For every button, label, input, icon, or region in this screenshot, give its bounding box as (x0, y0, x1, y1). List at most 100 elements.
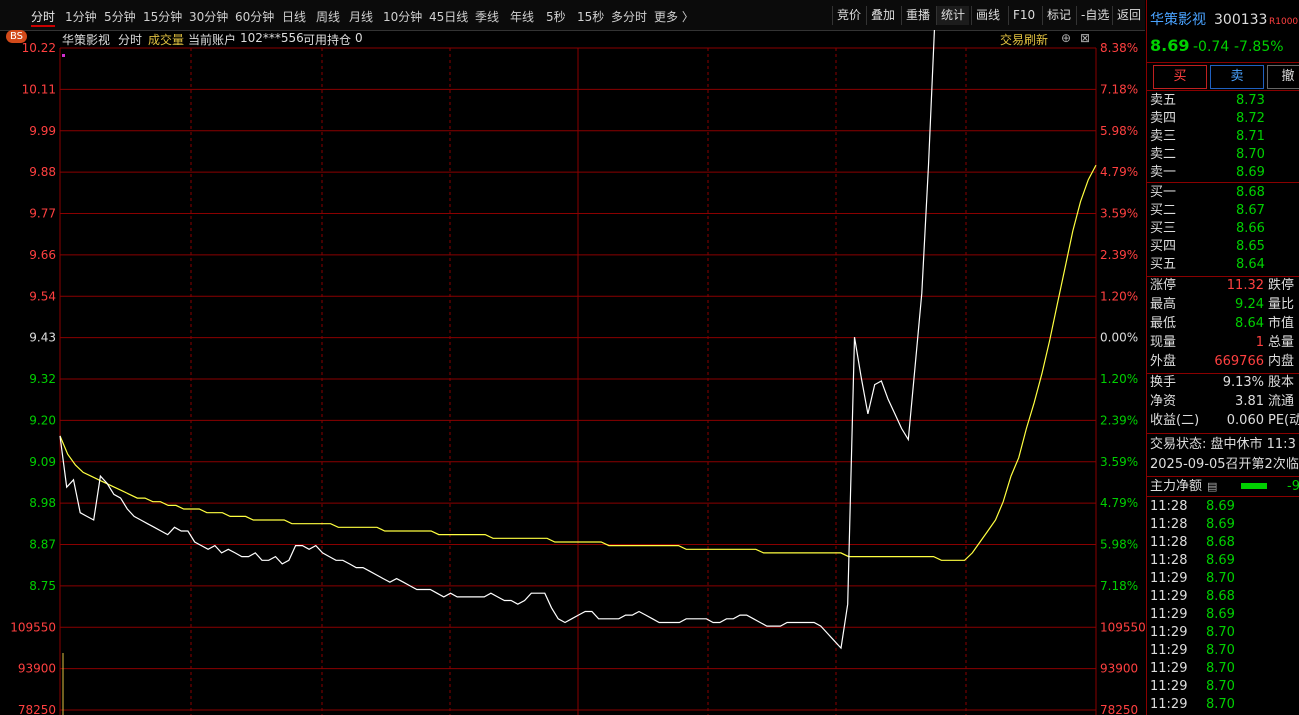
bid-level-price[interactable]: 8.67 (1236, 202, 1265, 220)
tab-yearly[interactable]: 年线 (510, 8, 534, 25)
tab-multi-timeshare[interactable]: 多分时 (611, 8, 647, 25)
price-tick-label: 10.22 (22, 41, 56, 55)
tick-price: 8.70 (1206, 643, 1235, 658)
stat-label-2: 内盘 (1268, 354, 1295, 369)
tick-time: 11:29 (1150, 589, 1188, 604)
zoom-in-icon[interactable]: ⊕ (1061, 31, 1071, 45)
ask-level-price[interactable]: 8.73 (1236, 92, 1265, 110)
stat-label-2: 跌停 (1268, 278, 1295, 293)
price-tick-label: 8.98 (29, 496, 56, 510)
ask-level-label: 卖二 (1150, 147, 1177, 162)
bid-level-label: 买一 (1150, 185, 1177, 200)
ask-level-price[interactable]: 8.71 (1236, 128, 1265, 146)
mark-button[interactable]: 标记 (1042, 6, 1075, 25)
pct-tick-label: 0.00% (1100, 331, 1138, 345)
f10-button[interactable]: F10 (1008, 6, 1039, 25)
ask-level-price[interactable]: 8.70 (1236, 146, 1265, 164)
stats-button[interactable]: 统计 (936, 6, 970, 25)
tick-price: 8.68 (1206, 589, 1235, 604)
ask-level-price[interactable]: 8.72 (1236, 110, 1265, 128)
chart-canvas[interactable]: 10.22 10.11 9.99 9.88 9.77 9.66 9.54 9.43 9.32 9.… (0, 30, 1145, 715)
tab-daily[interactable]: 日线 (282, 8, 306, 25)
ask-level-label: 卖四 (1150, 111, 1177, 126)
bid-level-label: 买三 (1150, 221, 1177, 236)
price-tick-label: 9.32 (29, 372, 56, 386)
back-button[interactable]: 返回 (1112, 6, 1145, 25)
pct-tick-label: 8.38% (1100, 41, 1138, 55)
tick-price: 8.70 (1206, 661, 1235, 676)
price-tick-label: 9.99 (29, 124, 56, 138)
tab-30min[interactable]: 30分钟 (189, 8, 228, 25)
auction-button[interactable]: 竞价 (832, 6, 865, 25)
tab-timeshare[interactable]: 分时 (31, 8, 56, 27)
tab-weekly[interactable]: 周线 (316, 8, 340, 25)
main-flow-label: 主力净额 (1150, 479, 1203, 494)
stat-label: 最高 (1150, 297, 1177, 312)
bid-level-label: 买四 (1150, 239, 1177, 254)
current-price: 8.69 (1150, 36, 1190, 55)
tab-45day[interactable]: 45日线 (429, 8, 468, 25)
tick-time: 11:28 (1150, 517, 1188, 532)
bid-level-label: 买二 (1150, 203, 1177, 218)
bid-level-price[interactable]: 8.64 (1236, 256, 1265, 274)
divider (1147, 90, 1299, 91)
tab-15min[interactable]: 15分钟 (143, 8, 182, 25)
sell-button[interactable]: 卖 (1210, 65, 1264, 89)
tick-price: 8.70 (1206, 625, 1235, 640)
tick-time: 11:29 (1150, 607, 1188, 622)
draw-line-button[interactable]: 画线 (971, 6, 1004, 25)
pct-tick-label: 3.59% (1100, 207, 1138, 221)
bs-badge[interactable]: BS (6, 30, 28, 43)
tick-time: 11:29 (1150, 697, 1188, 712)
main-flow-bar (1241, 483, 1267, 489)
stat-value: 9.13% (1222, 375, 1264, 390)
tick-price: 8.70 (1206, 571, 1235, 586)
stat-value: 9.24 (1235, 297, 1264, 312)
tick-time: 11:29 (1150, 625, 1188, 640)
pct-tick-label: 3.59% (1100, 455, 1138, 469)
price-tick-label: 9.77 (29, 207, 56, 221)
bid-level-price[interactable]: 8.66 (1236, 220, 1265, 238)
list-icon[interactable]: ▤ (1207, 478, 1217, 496)
tick-time: 11:29 (1150, 661, 1188, 676)
bid-level-price[interactable]: 8.65 (1236, 238, 1265, 256)
ask-level-price[interactable]: 8.69 (1236, 164, 1265, 182)
bid-level-price[interactable]: 8.68 (1236, 184, 1265, 202)
tab-10min[interactable]: 10分钟 (383, 8, 422, 25)
close-chart-icon[interactable]: ⊠ (1080, 31, 1090, 45)
tab-5min[interactable]: 5分钟 (104, 8, 136, 25)
marker-dot (62, 54, 65, 57)
tab-1min[interactable]: 1分钟 (65, 8, 97, 25)
ask-level-label: 卖一 (1150, 165, 1177, 180)
account-id: 102***556 (240, 31, 304, 45)
tab-quarterly[interactable]: 季线 (475, 8, 499, 25)
volume-tick-label: 78250 (1100, 703, 1138, 715)
tab-more[interactable]: 更多 〉 (654, 8, 694, 25)
trade-refresh-button[interactable]: 交易刷新 (1000, 31, 1048, 48)
buy-button[interactable]: 买 (1153, 65, 1207, 89)
tab-5sec[interactable]: 5秒 (546, 8, 566, 25)
stat-label-2: 量比 (1268, 297, 1295, 312)
stat-label: 涨停 (1150, 278, 1177, 293)
tick-time: 11:28 (1150, 499, 1188, 514)
tab-monthly[interactable]: 月线 (349, 8, 373, 25)
overlay-button[interactable]: 叠加 (866, 6, 899, 25)
panel-stock-code: 300133 (1214, 12, 1268, 28)
cancel-order-button[interactable]: 撤 (1267, 65, 1299, 89)
quote-panel: 华策影视 300133 R1000 8.69 -0.74 -7.85% 买 卖 … (1146, 0, 1299, 715)
company-notice[interactable]: 2025-09-05召开第2次临 (1150, 456, 1299, 474)
replay-button[interactable]: 重播 (901, 6, 934, 25)
stat-label: 现量 (1150, 335, 1177, 350)
panel-stock-name: 华策影视 (1150, 12, 1206, 28)
watchlist-button[interactable]: -自选 (1076, 6, 1113, 25)
tab-15sec[interactable]: 15秒 (577, 8, 604, 25)
volume-tick-label: 78250 (18, 703, 56, 715)
period-toolbar: 分时 1分钟 5分钟 15分钟 30分钟 60分钟 日线 周线 月线 10分钟 … (0, 0, 1145, 31)
pct-tick-label: 5.98% (1100, 124, 1138, 138)
stat-label-2: 总量 (1268, 335, 1295, 350)
tab-60min[interactable]: 60分钟 (235, 8, 274, 25)
pct-tick-label: 1.20% (1100, 289, 1138, 303)
divider (1147, 433, 1299, 434)
intraday-chart[interactable]: 10.22 10.11 9.99 9.88 9.77 9.66 9.54 9.43 9.32 9.… (0, 30, 1145, 715)
stat-value: 11.32 (1226, 278, 1264, 293)
